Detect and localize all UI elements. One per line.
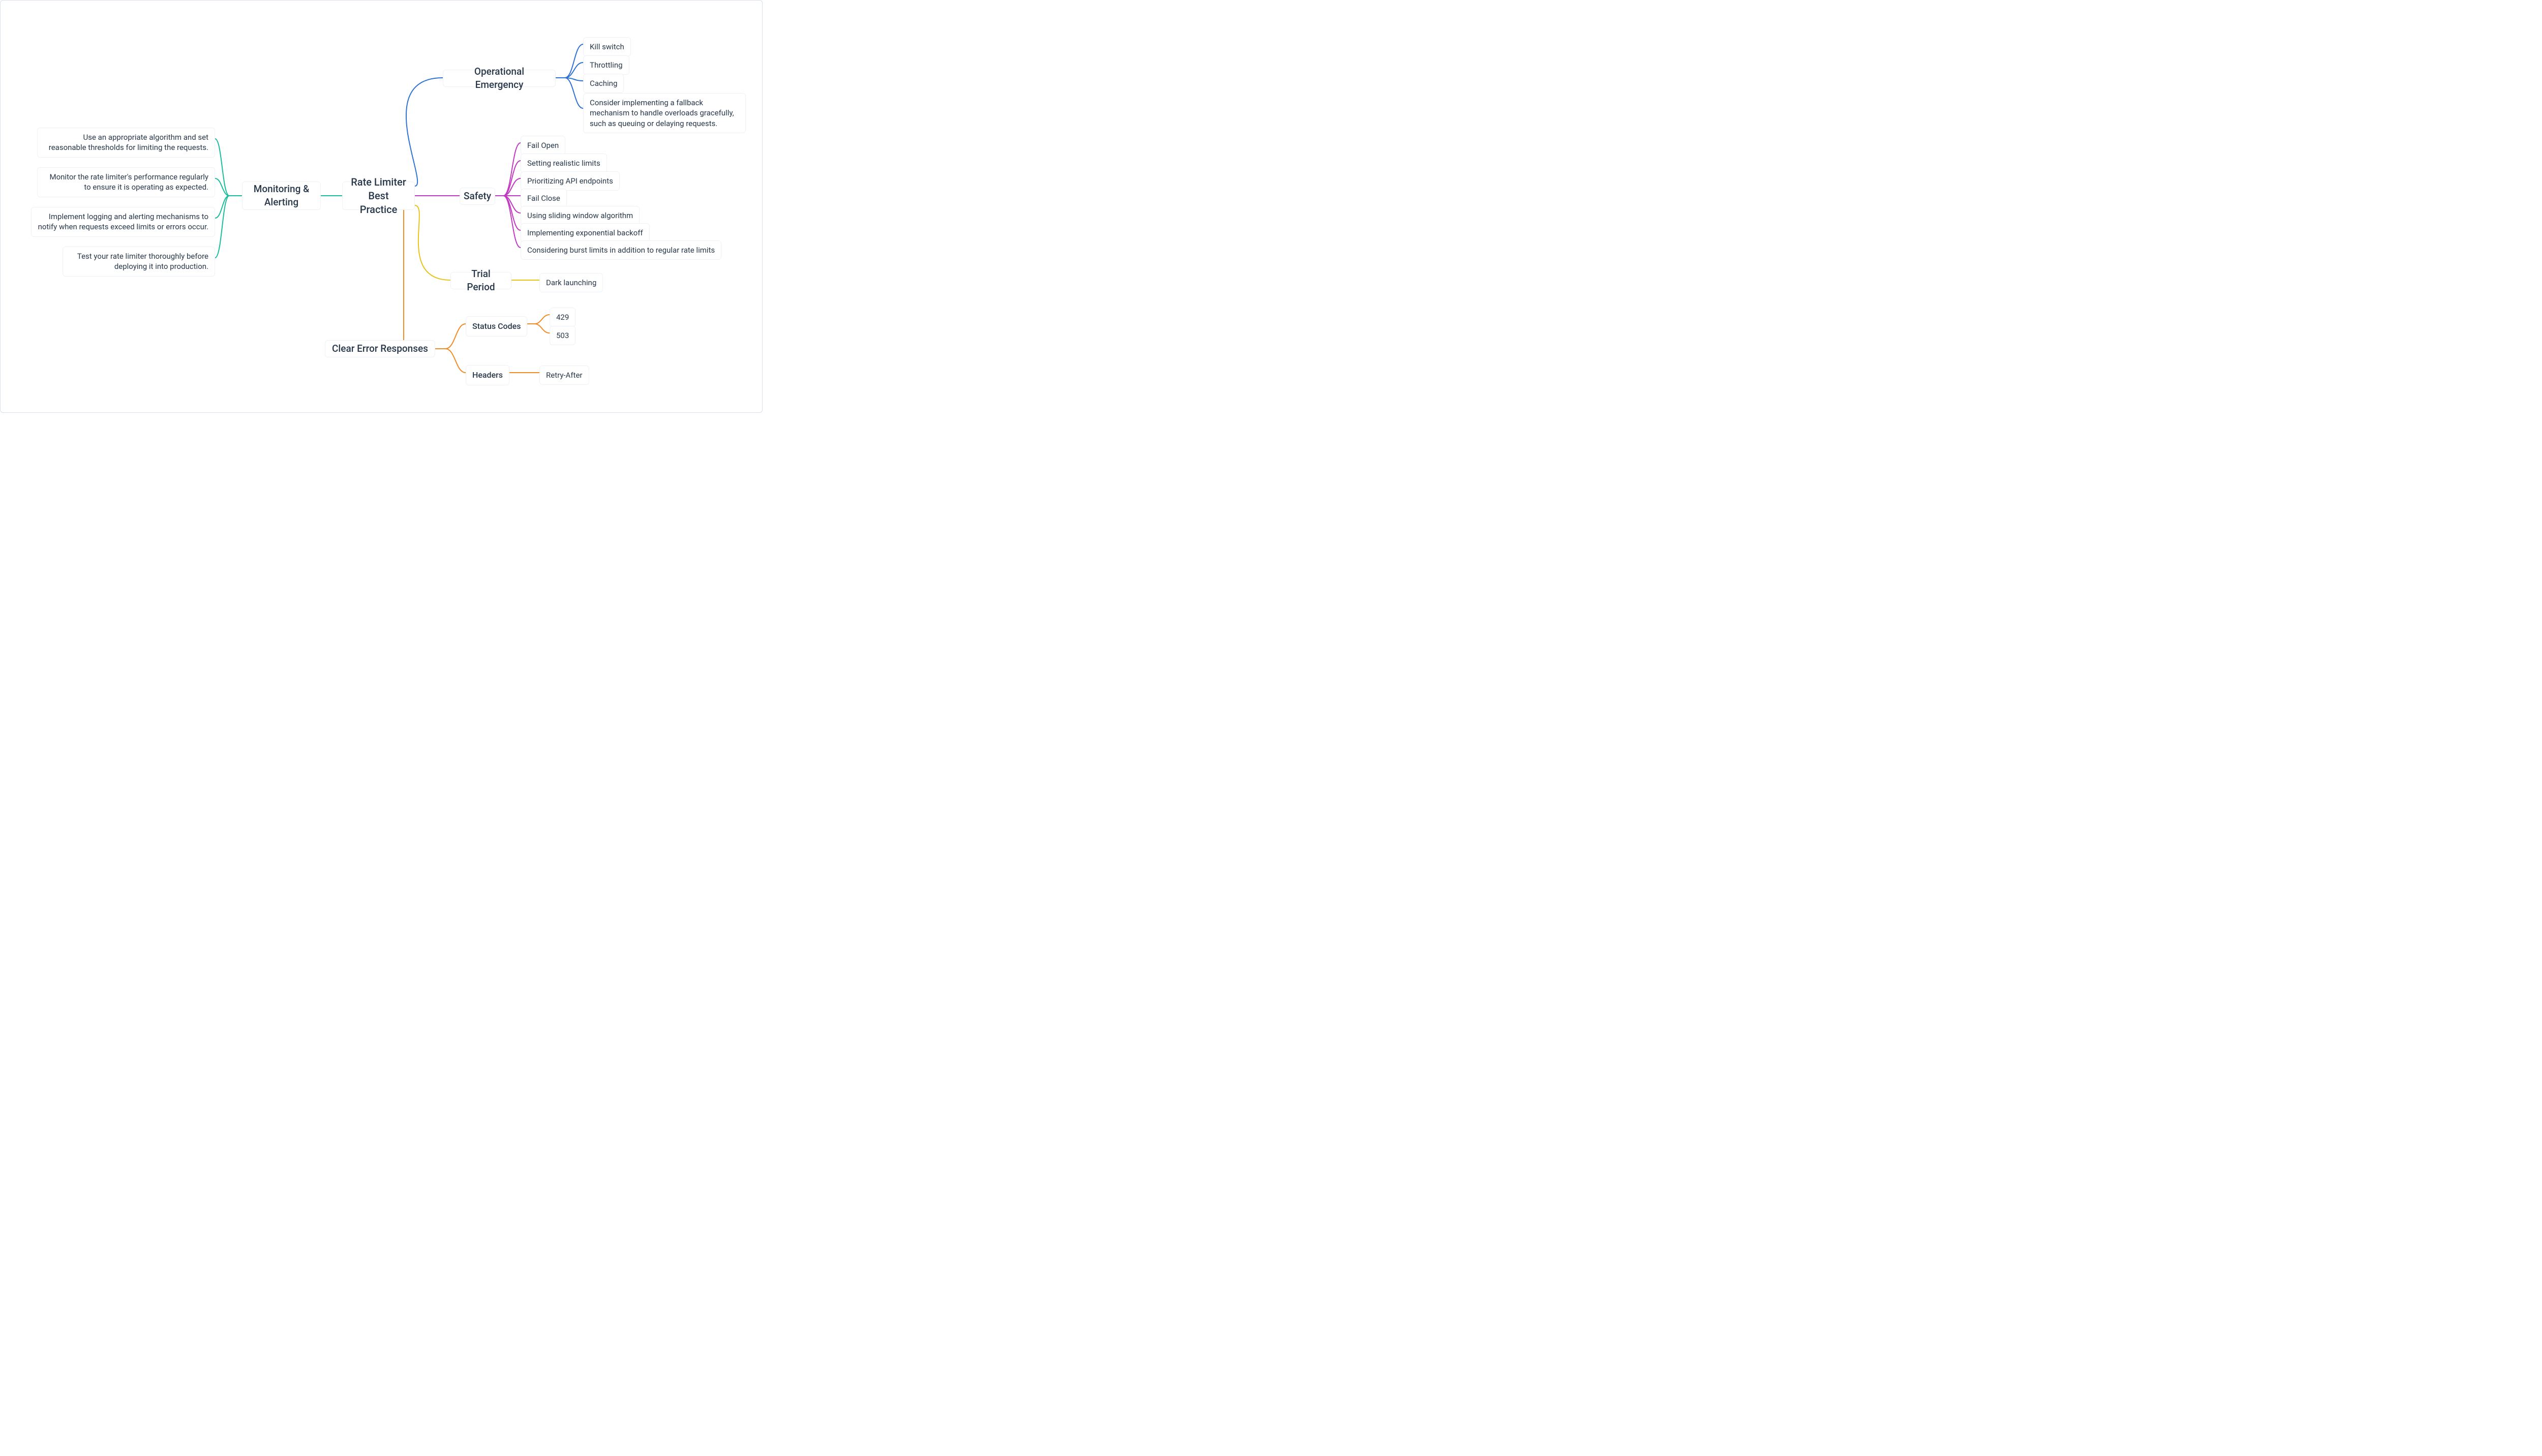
branch-safety: Safety [460, 188, 495, 205]
safety-item-4: Using sliding window algorithm [521, 206, 640, 225]
branch-op-emergency: Operational Emergency [443, 70, 556, 87]
monitoring-item-1: Monitor the rate limiter's performance r… [37, 167, 215, 197]
errors-status-0: 429 [550, 308, 576, 327]
trial-item-0: Dark launching [539, 273, 603, 292]
monitoring-item-3: Test your rate limiter thoroughly before… [63, 247, 215, 277]
safety-item-3: Fail Close [521, 189, 567, 208]
safety-item-1: Setting realistic limits [521, 154, 607, 173]
mindmap-frame: Rate Limiter Best Practice Monitoring & … [0, 0, 763, 413]
safety-item-2: Prioritizing API endpoints [521, 171, 620, 191]
errors-headers: Headers [466, 365, 509, 385]
errors-headers-0: Retry-After [539, 366, 589, 385]
safety-item-5: Implementing exponential backoff [521, 223, 650, 242]
branch-errors: Clear Error Responses [325, 340, 435, 357]
safety-item-0: Fail Open [521, 136, 565, 155]
errors-status-1: 503 [550, 326, 576, 345]
root-node: Rate Limiter Best Practice [342, 181, 415, 210]
errors-status-codes: Status Codes [466, 316, 527, 337]
safety-item-6: Considering burst limits in addition to … [521, 240, 721, 260]
monitoring-item-2: Implement logging and alerting mechanism… [31, 207, 215, 237]
op-emergency-item-0: Kill switch [583, 37, 631, 56]
monitoring-item-0: Use an appropriate algorithm and set rea… [37, 128, 215, 158]
op-emergency-item-3: Consider implementing a fallback mechani… [583, 93, 746, 133]
branch-monitoring: Monitoring & Alerting [242, 181, 321, 210]
op-emergency-item-1: Throttling [583, 55, 629, 75]
op-emergency-item-2: Caching [583, 74, 624, 93]
branch-trial: Trial Period [450, 272, 511, 289]
